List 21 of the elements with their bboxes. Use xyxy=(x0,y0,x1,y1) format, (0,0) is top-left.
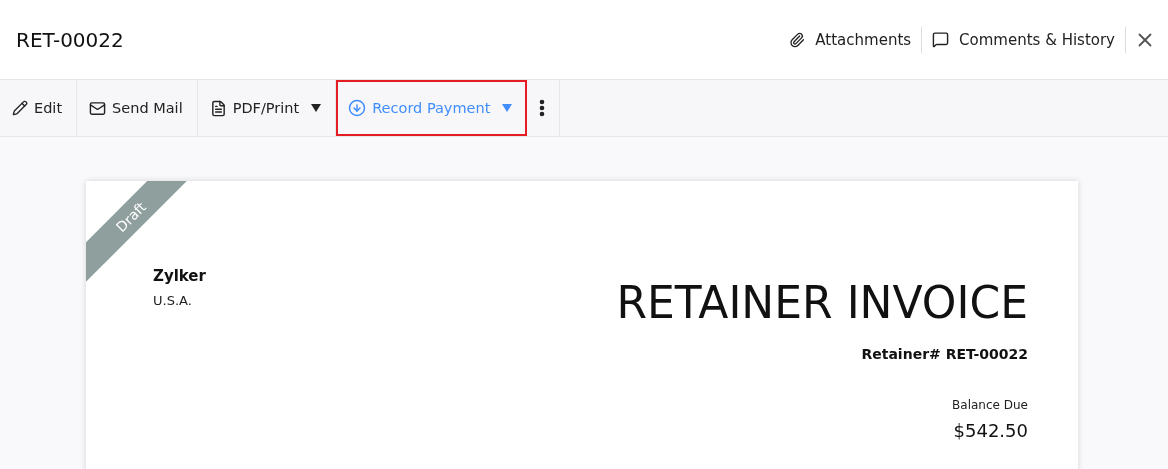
mail-icon xyxy=(89,99,107,117)
document-title: RETAINER INVOICE xyxy=(616,277,1028,328)
toolbar-button[interactable]: PDF/Print xyxy=(197,80,337,136)
attachments-button[interactable]: Attachments xyxy=(779,30,922,49)
comment-icon xyxy=(932,31,950,48)
download-circle-icon xyxy=(348,99,367,117)
paperclip-icon xyxy=(789,31,806,48)
toolbar-button[interactable]: Edit xyxy=(0,80,78,136)
retainer-number: Retainer# RET-00022 xyxy=(861,346,1028,362)
balance-label: Balance Due xyxy=(952,398,1028,412)
company-country: U.S.A. xyxy=(153,293,192,308)
pencil-icon xyxy=(12,100,28,116)
more-icon xyxy=(539,99,546,117)
page-title: RET-00022 xyxy=(16,27,125,52)
balance-amount: $542.50 xyxy=(953,420,1028,441)
company-name: Zylker xyxy=(153,267,206,285)
toolbar-button[interactable]: Send Mail xyxy=(77,80,198,136)
caret-icon xyxy=(311,104,322,112)
comments-button[interactable]: Comments & History xyxy=(922,30,1125,49)
pdf-icon xyxy=(209,99,227,117)
caret-icon xyxy=(502,104,513,112)
